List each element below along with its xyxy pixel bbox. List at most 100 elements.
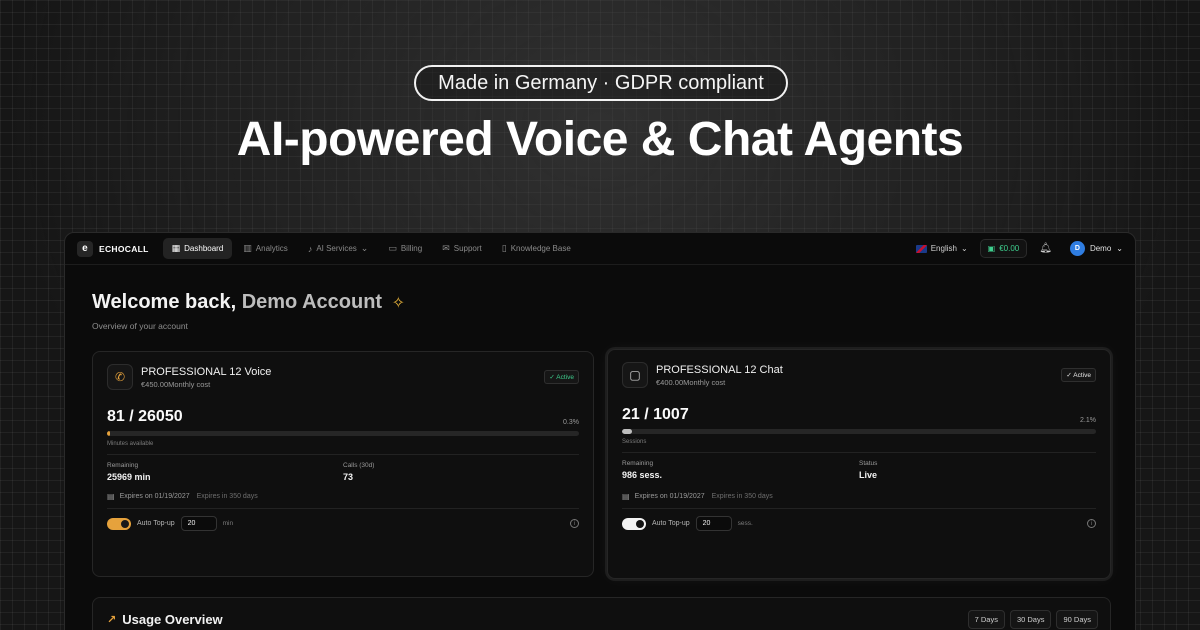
expiry-remaining: Expires in 350 days — [196, 493, 258, 500]
usage-progress-bar — [622, 429, 1096, 434]
auto-topup-row: Auto Top-up 20 min i — [107, 516, 579, 531]
user-menu[interactable]: D Demo ⌄ — [1069, 241, 1123, 256]
expiry-info: ▤ Expires on 01/19/2027 Expires in 350 d… — [622, 492, 1096, 501]
plan-cost: €450.00Monthly cost — [141, 379, 211, 389]
grid-icon: ▦ — [171, 243, 181, 253]
stat-value: 73 — [343, 472, 354, 482]
divider — [622, 508, 1096, 509]
expiry-date: Expires on 01/19/2027 — [634, 493, 705, 500]
nav-label: AI Services — [316, 244, 357, 253]
chevron-down-icon: ⌄ — [1116, 244, 1123, 253]
auto-topup-unit: sess. — [737, 520, 753, 527]
card-icon: ▭ — [388, 243, 397, 253]
nav-item-billing[interactable]: ▭ Billing — [379, 238, 431, 259]
page-subtitle: Overview of your account — [92, 321, 188, 331]
stat-value: 986 sess. — [622, 470, 663, 480]
usage-overview-label: Usage Overview — [122, 612, 223, 627]
language-selector[interactable]: English ⌄ — [915, 244, 968, 253]
range-tab-30-days[interactable]: 30 Days — [1009, 610, 1052, 629]
range-tab-7-days[interactable]: 7 Days — [967, 610, 1005, 629]
hero-title: AI-powered Voice & Chat Agents — [236, 113, 964, 166]
hero-badge: Made in Germany · GDPR compliant — [414, 65, 788, 101]
plan-name: PROFESSIONAL 12 Chat — [656, 363, 783, 376]
range-tab-90-days[interactable]: 90 Days — [1056, 610, 1098, 629]
plan-name: PROFESSIONAL 12 Voice — [141, 365, 272, 378]
auto-topup-input[interactable]: 20 — [695, 516, 732, 531]
usage-progress-fill — [622, 429, 632, 434]
stat-value: Live — [859, 470, 878, 480]
avatar: D — [1069, 241, 1085, 256]
bar-chart-icon: ▥ — [243, 243, 252, 253]
usage-percent: 0.3% — [563, 419, 579, 426]
usage-progress-bar — [107, 431, 579, 436]
mic-icon: ♪ — [307, 243, 313, 254]
auto-topup-toggle[interactable] — [622, 517, 646, 530]
stat-value: 25969 min — [107, 472, 151, 482]
chat-plan-card: ▢ PROFESSIONAL 12 Chat €400.00Monthly co… — [607, 349, 1111, 579]
chat-bubble-icon: ▢ — [622, 362, 648, 388]
mail-icon: ✉ — [442, 243, 450, 253]
nav-label: Analytics — [255, 244, 288, 253]
status-badge: ✓ Active — [1061, 368, 1096, 382]
app-window: e ECHOCALL ▦ Dashboard ▥ Analytics ♪ AI … — [64, 232, 1136, 630]
divider — [107, 454, 579, 455]
usage-caption: Sessions — [622, 439, 647, 445]
expiry-date: Expires on 01/19/2027 — [119, 493, 190, 500]
auto-topup-label: Auto Top-up — [137, 520, 175, 527]
stat-label: Remaining — [622, 460, 654, 467]
wallet-icon: ▣ — [987, 244, 996, 253]
brand-logo-icon: e — [77, 240, 93, 257]
calendar-icon: ▤ — [107, 492, 115, 501]
auto-topup-row: Auto Top-up 20 sess. i — [622, 516, 1096, 531]
usage-overview-card: ↗ Usage Overview 7 Days 30 Days 90 Days — [92, 597, 1111, 630]
welcome-prefix: Welcome back, — [92, 291, 237, 313]
plan-cost: €400.00Monthly cost — [656, 377, 726, 387]
nav-item-support[interactable]: ✉ Support — [433, 238, 491, 259]
chevron-down-icon: ⌄ — [360, 243, 369, 253]
info-icon[interactable]: i — [570, 519, 579, 528]
divider — [107, 508, 579, 509]
uk-flag-icon — [915, 244, 927, 253]
language-label: English — [930, 244, 957, 253]
stat-label: Status — [859, 460, 878, 467]
auto-topup-input[interactable]: 20 — [180, 516, 217, 531]
nav-label: Dashboard — [184, 244, 224, 253]
usage-overview-title: ↗ Usage Overview — [107, 612, 223, 627]
auto-topup-toggle[interactable] — [107, 517, 131, 530]
auto-topup-label: Auto Top-up — [652, 520, 690, 527]
trending-up-icon: ↗ — [107, 614, 117, 626]
auto-topup-unit: min — [222, 520, 234, 527]
nav-item-dashboard[interactable]: ▦ Dashboard — [162, 238, 233, 259]
nav-label: Billing — [400, 244, 423, 253]
stat-label: Remaining — [107, 462, 139, 469]
usage-count: 21 / 1007 — [622, 406, 689, 423]
divider — [622, 452, 1096, 453]
stat-label: Calls (30d) — [343, 462, 375, 469]
top-nav: e ECHOCALL ▦ Dashboard ▥ Analytics ♪ AI … — [65, 233, 1135, 265]
phone-icon: ✆ — [107, 364, 133, 390]
status-badge: ✓ Active — [544, 370, 579, 384]
page-title: Welcome back, Demo Account ✧ — [92, 291, 405, 314]
balance-button[interactable]: ▣ €0.00 — [979, 239, 1028, 258]
usage-percent: 2.1% — [1080, 417, 1096, 424]
brand-name: ECHOCALL — [99, 243, 149, 254]
nav-right: English ⌄ ▣ €0.00 🔔︎ D Demo ⌄ — [915, 239, 1123, 258]
nav-label: Knowledge Base — [510, 244, 571, 253]
nav-item-ai-services[interactable]: ♪ AI Services ⌄ — [299, 238, 378, 259]
nav-item-knowledge-base[interactable]: ▯ Knowledge Base — [493, 238, 580, 259]
brand[interactable]: e ECHOCALL — [77, 240, 149, 257]
nav-item-analytics[interactable]: ▥ Analytics — [234, 238, 297, 259]
nav-label: Support — [453, 244, 482, 253]
book-icon: ▯ — [501, 243, 507, 253]
usage-progress-fill — [107, 431, 110, 436]
bell-icon[interactable]: 🔔︎ — [1039, 243, 1052, 254]
account-name: Demo Account — [241, 291, 383, 313]
chevron-down-icon: ⌄ — [960, 244, 968, 253]
sparkle-icon: ✧ — [391, 295, 406, 312]
voice-plan-card: ✆ PROFESSIONAL 12 Voice €450.00Monthly c… — [92, 351, 594, 577]
expiry-info: ▤ Expires on 01/19/2027 Expires in 350 d… — [107, 492, 579, 501]
expiry-remaining: Expires in 350 days — [711, 493, 773, 500]
info-icon[interactable]: i — [1087, 519, 1096, 528]
usage-count: 81 / 26050 — [107, 408, 183, 425]
calendar-icon: ▤ — [622, 492, 630, 501]
